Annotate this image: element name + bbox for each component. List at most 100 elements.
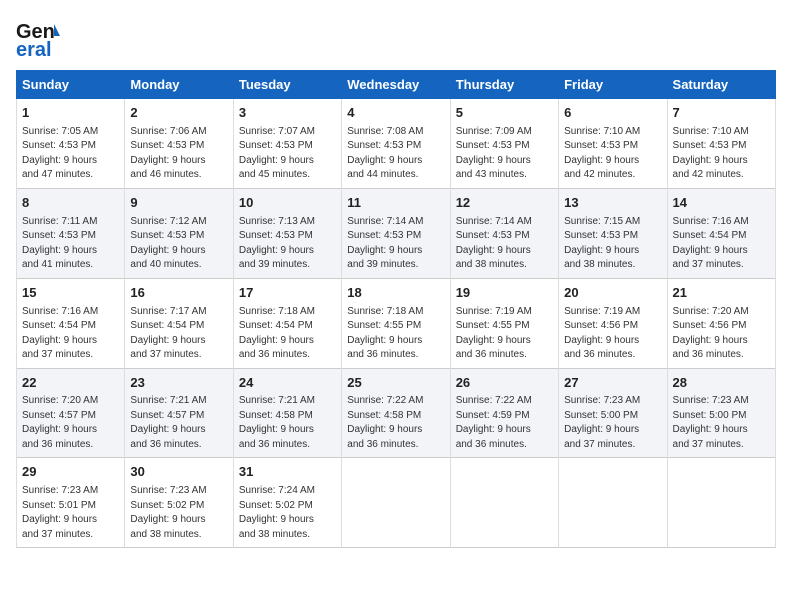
calendar-cell: 30Sunrise: 7:23 AM Sunset: 5:02 PM Dayli…: [125, 458, 233, 548]
week-row-3: 15 Sunrise: 7:16 AM Sunset: 4:54 PM Dayli…: [17, 278, 776, 368]
day-number: 15: [22, 284, 119, 303]
days-of-week-row: SundayMondayTuesdayWednesdayThursdayFrid…: [17, 71, 776, 99]
week-row-5: 29 Sunrise: 7:23 AM Sunset: 5:01 PM Dayli…: [17, 458, 776, 548]
day-number: 29: [22, 463, 119, 482]
calendar-cell: 24Sunrise: 7:21 AM Sunset: 4:58 PM Dayli…: [233, 368, 341, 458]
day-header-tuesday: Tuesday: [233, 71, 341, 99]
calendar-cell: 12 Sunrise: 7:14 AM Sunset: 4:53 PM Dayli…: [450, 188, 558, 278]
day-number: 21: [673, 284, 770, 303]
calendar-cell: 20 Sunrise: 7:19 AM Sunset: 4:56 PM Dayli…: [559, 278, 667, 368]
calendar-cell: 8 Sunrise: 7:11 AM Sunset: 4:53 PM Daylig…: [17, 188, 125, 278]
calendar-cell: 14 Sunrise: 7:16 AM Sunset: 4:54 PM Dayli…: [667, 188, 775, 278]
day-header-friday: Friday: [559, 71, 667, 99]
day-info: Sunrise: 7:10 AM Sunset: 4:53 PM Dayligh…: [564, 125, 661, 183]
calendar-cell: 13Sunrise: 7:15 AM Sunset: 4:53 PM Dayli…: [559, 188, 667, 278]
day-info: Sunrise: 7:23 AM Sunset: 5:01 PM Dayligh…: [22, 484, 119, 542]
day-header-sunday: Sunday: [17, 71, 125, 99]
day-number: 12: [456, 194, 553, 213]
calendar-cell: [559, 458, 667, 548]
day-number: 14: [673, 194, 770, 213]
day-header-saturday: Saturday: [667, 71, 775, 99]
day-number: 22: [22, 374, 119, 393]
calendar-cell: [450, 458, 558, 548]
day-info: Sunrise: 7:19 AM Sunset: 4:55 PM Dayligh…: [456, 305, 553, 363]
day-number: 4: [347, 104, 444, 123]
week-row-4: 22Sunrise: 7:20 AM Sunset: 4:57 PM Dayli…: [17, 368, 776, 458]
calendar-cell: 4 Sunrise: 7:08 AM Sunset: 4:53 PM Daylig…: [342, 99, 450, 189]
day-info: Sunrise: 7:16 AM Sunset: 4:54 PM Dayligh…: [673, 215, 770, 273]
day-info: Sunrise: 7:09 AM Sunset: 4:53 PM Dayligh…: [456, 125, 553, 183]
day-number: 25: [347, 374, 444, 393]
day-number: 18: [347, 284, 444, 303]
day-number: 7: [673, 104, 770, 123]
calendar-table: SundayMondayTuesdayWednesdayThursdayFrid…: [16, 70, 776, 548]
day-header-wednesday: Wednesday: [342, 71, 450, 99]
day-number: 6: [564, 104, 661, 123]
calendar-cell: 11 Sunrise: 7:14 AM Sunset: 4:53 PM Dayli…: [342, 188, 450, 278]
day-info: Sunrise: 7:23 AM Sunset: 5:00 PM Dayligh…: [564, 394, 661, 452]
calendar-cell: 17 Sunrise: 7:18 AM Sunset: 4:54 PM Dayli…: [233, 278, 341, 368]
day-info: Sunrise: 7:24 AM Sunset: 5:02 PM Dayligh…: [239, 484, 336, 542]
day-info: Sunrise: 7:20 AM Sunset: 4:56 PM Dayligh…: [673, 305, 770, 363]
day-info: Sunrise: 7:18 AM Sunset: 4:54 PM Dayligh…: [239, 305, 336, 363]
day-info: Sunrise: 7:15 AM Sunset: 4:53 PM Dayligh…: [564, 215, 661, 273]
calendar-cell: 27Sunrise: 7:23 AM Sunset: 5:00 PM Dayli…: [559, 368, 667, 458]
day-info: Sunrise: 7:19 AM Sunset: 4:56 PM Dayligh…: [564, 305, 661, 363]
calendar-cell: 18Sunrise: 7:18 AM Sunset: 4:55 PM Dayli…: [342, 278, 450, 368]
calendar-cell: 9Sunrise: 7:12 AM Sunset: 4:53 PM Daylig…: [125, 188, 233, 278]
svg-text:eral: eral: [16, 39, 52, 60]
day-number: 20: [564, 284, 661, 303]
calendar-cell: 25Sunrise: 7:22 AM Sunset: 4:58 PM Dayli…: [342, 368, 450, 458]
calendar-cell: 31Sunrise: 7:24 AM Sunset: 5:02 PM Dayli…: [233, 458, 341, 548]
day-number: 26: [456, 374, 553, 393]
day-header-thursday: Thursday: [450, 71, 558, 99]
day-info: Sunrise: 7:21 AM Sunset: 4:58 PM Dayligh…: [239, 394, 336, 452]
page-header: Gen eral: [16, 16, 776, 60]
day-info: Sunrise: 7:17 AM Sunset: 4:54 PM Dayligh…: [130, 305, 227, 363]
day-number: 5: [456, 104, 553, 123]
calendar-cell: 26Sunrise: 7:22 AM Sunset: 4:59 PM Dayli…: [450, 368, 558, 458]
day-info: Sunrise: 7:22 AM Sunset: 4:58 PM Dayligh…: [347, 394, 444, 452]
day-number: 28: [673, 374, 770, 393]
calendar-cell: 7 Sunrise: 7:10 AM Sunset: 4:53 PM Daylig…: [667, 99, 775, 189]
day-info: Sunrise: 7:20 AM Sunset: 4:57 PM Dayligh…: [22, 394, 119, 452]
day-number: 8: [22, 194, 119, 213]
calendar-cell: 19 Sunrise: 7:19 AM Sunset: 4:55 PM Dayli…: [450, 278, 558, 368]
day-info: Sunrise: 7:07 AM Sunset: 4:53 PM Dayligh…: [239, 125, 336, 183]
day-info: Sunrise: 7:08 AM Sunset: 4:53 PM Dayligh…: [347, 125, 444, 183]
day-number: 16: [130, 284, 227, 303]
calendar-cell: [667, 458, 775, 548]
day-number: 17: [239, 284, 336, 303]
day-info: Sunrise: 7:10 AM Sunset: 4:53 PM Dayligh…: [673, 125, 770, 183]
day-info: Sunrise: 7:12 AM Sunset: 4:53 PM Dayligh…: [130, 215, 227, 273]
day-number: 1: [22, 104, 119, 123]
day-info: Sunrise: 7:23 AM Sunset: 5:00 PM Dayligh…: [673, 394, 770, 452]
day-info: Sunrise: 7:21 AM Sunset: 4:57 PM Dayligh…: [130, 394, 227, 452]
day-info: Sunrise: 7:14 AM Sunset: 4:53 PM Dayligh…: [456, 215, 553, 273]
calendar-cell: 23Sunrise: 7:21 AM Sunset: 4:57 PM Dayli…: [125, 368, 233, 458]
week-row-1: 1 Sunrise: 7:05 AM Sunset: 4:53 PM Daylig…: [17, 99, 776, 189]
calendar-cell: 16 Sunrise: 7:17 AM Sunset: 4:54 PM Dayli…: [125, 278, 233, 368]
day-number: 23: [130, 374, 227, 393]
day-header-monday: Monday: [125, 71, 233, 99]
day-info: Sunrise: 7:14 AM Sunset: 4:53 PM Dayligh…: [347, 215, 444, 273]
calendar-cell: 28Sunrise: 7:23 AM Sunset: 5:00 PM Dayli…: [667, 368, 775, 458]
calendar-cell: 3 Sunrise: 7:07 AM Sunset: 4:53 PM Daylig…: [233, 99, 341, 189]
day-info: Sunrise: 7:11 AM Sunset: 4:53 PM Dayligh…: [22, 215, 119, 273]
calendar-cell: 21 Sunrise: 7:20 AM Sunset: 4:56 PM Dayli…: [667, 278, 775, 368]
calendar-cell: 15 Sunrise: 7:16 AM Sunset: 4:54 PM Dayli…: [17, 278, 125, 368]
day-number: 11: [347, 194, 444, 213]
calendar-cell: [342, 458, 450, 548]
day-info: Sunrise: 7:06 AM Sunset: 4:53 PM Dayligh…: [130, 125, 227, 183]
day-info: Sunrise: 7:23 AM Sunset: 5:02 PM Dayligh…: [130, 484, 227, 542]
day-info: Sunrise: 7:05 AM Sunset: 4:53 PM Dayligh…: [22, 125, 119, 183]
day-info: Sunrise: 7:22 AM Sunset: 4:59 PM Dayligh…: [456, 394, 553, 452]
week-row-2: 8 Sunrise: 7:11 AM Sunset: 4:53 PM Daylig…: [17, 188, 776, 278]
day-number: 2: [130, 104, 227, 123]
calendar-cell: 6 Sunrise: 7:10 AM Sunset: 4:53 PM Daylig…: [559, 99, 667, 189]
day-number: 19: [456, 284, 553, 303]
day-info: Sunrise: 7:16 AM Sunset: 4:54 PM Dayligh…: [22, 305, 119, 363]
day-number: 3: [239, 104, 336, 123]
day-info: Sunrise: 7:13 AM Sunset: 4:53 PM Dayligh…: [239, 215, 336, 273]
calendar-cell: 2 Sunrise: 7:06 AM Sunset: 4:53 PM Daylig…: [125, 99, 233, 189]
